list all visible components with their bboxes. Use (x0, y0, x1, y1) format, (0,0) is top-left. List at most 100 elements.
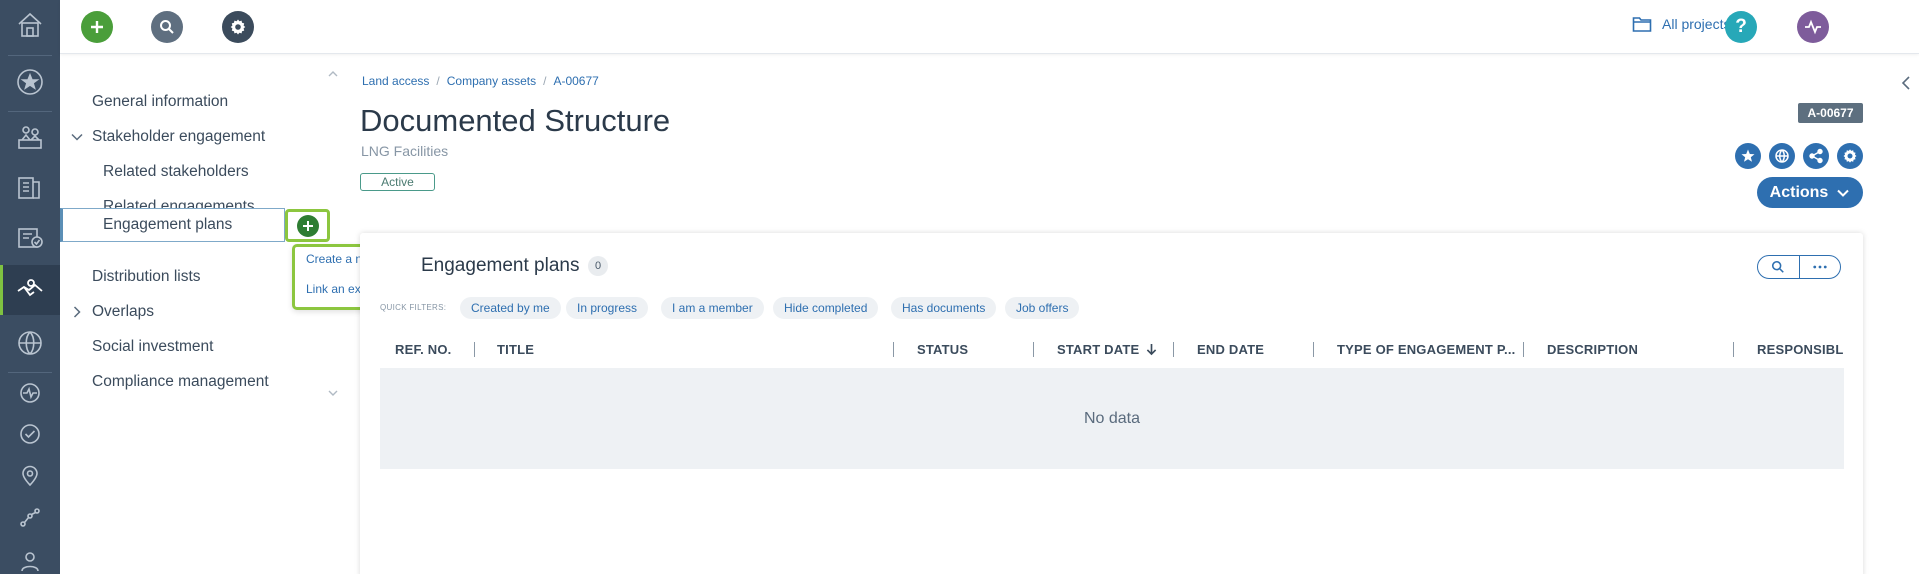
column-divider[interactable] (474, 342, 475, 357)
table-empty-state: No data (380, 368, 1844, 469)
column-divider[interactable] (893, 342, 894, 357)
folder-icon (1632, 17, 1652, 32)
filter-chip-has-documents[interactable]: Has documents (891, 297, 997, 319)
scroll-up-caret-icon[interactable] (328, 71, 338, 77)
nav-item-label: Social investment (92, 338, 214, 355)
share-icon (1809, 148, 1823, 164)
activity-pulse-icon[interactable] (0, 373, 60, 413)
card-toolbar (1757, 255, 1841, 279)
column-divider[interactable] (1313, 342, 1314, 357)
gear-icon (230, 19, 246, 35)
filter-chip-created-by-me[interactable]: Created by me (460, 297, 561, 319)
quick-filters-label: QUICK FILTERS: (380, 303, 447, 312)
favorites-star-icon[interactable] (0, 62, 60, 102)
nav-item-label: Related stakeholders (103, 163, 249, 180)
nav-item-compliance-management[interactable]: Compliance management (60, 365, 269, 399)
location-pin-icon[interactable] (0, 456, 60, 496)
column-header-ref-no[interactable]: REF. NO. (395, 342, 452, 357)
chevron-down-icon (71, 133, 83, 141)
gear-icon (1843, 149, 1857, 163)
empty-state-text: No data (1083, 409, 1141, 427)
nav-item-engagement-plans[interactable]: Engagement plans (60, 208, 285, 242)
nav-item-label: Distribution lists (92, 268, 201, 285)
share-button[interactable] (1803, 143, 1829, 169)
engagement-plans-card: Engagement plans 0 QUICK FILTERS: Create… (360, 233, 1863, 574)
actions-label: Actions (1769, 183, 1829, 201)
breadcrumb-company-assets[interactable]: Company assets (447, 74, 536, 88)
engagement-handshake-icon[interactable] (0, 265, 60, 315)
column-divider[interactable] (1033, 342, 1034, 357)
column-header-title[interactable]: TITLE (497, 342, 534, 357)
system-monitor-button[interactable] (1797, 11, 1829, 43)
column-header-type-of-engagement[interactable]: TYPE OF ENGAGEMENT P... (1337, 342, 1515, 357)
filter-chip-job-offers[interactable]: Job offers (1005, 297, 1080, 319)
filter-chip-i-am-a-member[interactable]: I am a member (661, 297, 764, 319)
settings-button[interactable] (222, 11, 254, 43)
add-engagement-plan-button[interactable] (285, 209, 330, 242)
column-header-description[interactable]: DESCRIPTION (1547, 342, 1638, 357)
documents-icon[interactable] (0, 167, 60, 207)
add-new-button[interactable] (81, 11, 113, 43)
sort-descending-arrow-icon (1147, 344, 1157, 356)
record-settings-button[interactable] (1837, 143, 1863, 169)
rail-divider (8, 55, 52, 56)
column-header-start-date[interactable]: START DATE (1057, 342, 1157, 357)
route-graph-icon[interactable] (0, 498, 60, 538)
breadcrumb-separator: / (436, 74, 440, 88)
filter-chip-in-progress[interactable]: In progress (566, 297, 649, 319)
breadcrumb-land-access[interactable]: Land access (362, 74, 429, 88)
nav-item-related-stakeholders[interactable]: Related stakeholders (60, 155, 249, 189)
scroll-down-caret-icon[interactable] (328, 390, 338, 396)
column-header-status[interactable]: STATUS (917, 342, 968, 357)
column-header-end-date[interactable]: END DATE (1197, 342, 1264, 357)
table-search-button[interactable] (1758, 256, 1799, 278)
top-bar: All projects ? MB (60, 0, 1919, 54)
home-icon[interactable] (0, 5, 60, 45)
more-options-button[interactable] (1798, 256, 1841, 278)
column-divider[interactable] (1173, 342, 1174, 357)
app-rail (0, 0, 60, 574)
column-header-label: START DATE (1057, 342, 1140, 357)
all-projects-label: All projects (1662, 16, 1731, 32)
plus-icon (91, 21, 103, 33)
nav-item-label: Engagement plans (103, 216, 233, 233)
globe-icon (1775, 149, 1789, 163)
breadcrumb-record-ref[interactable]: A-00677 (553, 74, 598, 88)
nav-item-label: Overlaps (92, 303, 155, 320)
nav-item-label: Compliance management (92, 373, 269, 390)
nav-item-social-investment[interactable]: Social investment (60, 330, 213, 364)
status-badge: Active (360, 173, 435, 191)
global-search-button[interactable] (151, 11, 183, 43)
question-mark-icon: ? (1735, 16, 1747, 37)
search-icon (160, 20, 174, 34)
checkmark-circle-icon[interactable] (0, 414, 60, 454)
card-title: Engagement plans (421, 255, 580, 276)
page-title: Documented Structure (360, 103, 671, 138)
nav-item-general-information[interactable]: General information (60, 85, 228, 119)
tasks-check-icon[interactable] (0, 217, 60, 257)
nav-item-label: Stakeholder engagement (92, 128, 266, 145)
more-horizontal-icon (1813, 265, 1827, 269)
help-button[interactable]: ? (1725, 11, 1757, 43)
column-divider[interactable] (1523, 342, 1524, 357)
record-count-badge: 0 (588, 256, 608, 276)
pulse-icon (1805, 19, 1821, 35)
chevron-down-icon (1837, 189, 1850, 197)
star-icon (1741, 149, 1755, 162)
globe-network-icon[interactable] (0, 323, 60, 363)
nav-item-label: General information (92, 93, 229, 110)
filter-chip-hide-completed[interactable]: Hide completed (773, 297, 879, 319)
map-globe-button[interactable] (1769, 143, 1795, 169)
nav-item-stakeholder-engagement[interactable]: Stakeholder engagement (60, 120, 265, 154)
column-divider[interactable] (1733, 342, 1734, 357)
all-projects-link[interactable]: All projects (1632, 15, 1730, 33)
favorite-star-button[interactable] (1735, 143, 1761, 169)
actions-dropdown-button[interactable]: Actions (1757, 177, 1863, 208)
nav-item-overlaps[interactable]: Overlaps (60, 295, 154, 329)
column-header-responsible[interactable]: RESPONSIBLE (1757, 342, 1844, 357)
nav-item-distribution-lists[interactable]: Distribution lists (60, 260, 201, 294)
collapse-panel-chevron-left-icon[interactable] (1901, 76, 1911, 90)
user-profile-icon[interactable] (0, 541, 60, 574)
stakeholders-icon[interactable] (0, 117, 60, 157)
plus-circle-icon (296, 214, 319, 237)
